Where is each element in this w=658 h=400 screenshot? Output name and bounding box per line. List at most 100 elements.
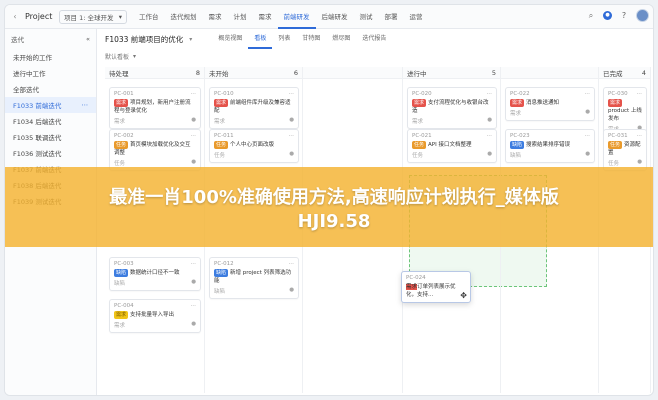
card-type-tag: 需求: [412, 99, 427, 107]
more-icon[interactable]: ⋯: [289, 133, 295, 139]
more-icon[interactable]: ⋯: [191, 303, 197, 309]
back-icon[interactable]: ‹: [5, 12, 25, 21]
more-icon[interactable]: ⋯: [191, 91, 197, 97]
move-cursor-icon: ✥: [460, 291, 467, 300]
sidebar-item[interactable]: F1033 前端迭代 ⋯: [5, 97, 96, 113]
assignee-avatar: ●: [191, 117, 196, 123]
view-tabs: 概览视图 看板 列表 甘特图 燃尽图 迭代报告: [212, 29, 392, 49]
card-header: PC-020 ⋯: [412, 91, 492, 97]
task-card[interactable]: PC-021 ⋯ 任务 API 接口文档整理 任务 ●: [407, 129, 497, 163]
project-label: Project: [25, 12, 53, 21]
task-card[interactable]: PC-023 ⋯ 缺陷 搜索结果排序错误 缺陷 ●: [505, 129, 595, 163]
nav-item[interactable]: 需求: [203, 5, 228, 29]
card-id: PC-004: [114, 303, 134, 309]
more-icon[interactable]: ⋯: [82, 101, 89, 109]
assignee-avatar: ●: [585, 109, 590, 115]
assignee-avatar: ●: [637, 159, 642, 165]
task-card[interactable]: PC-011 ⋯ 任务 个人中心页面改版 任务 ●: [209, 129, 299, 163]
card-footer: 需求 ●: [214, 117, 294, 125]
sidebar-item-label: 进行中工作: [13, 70, 46, 78]
card-body: 任务 API 接口文档整理: [412, 141, 492, 149]
board-selector[interactable]: 默认看板 ▾: [97, 49, 653, 63]
task-card[interactable]: PC-004 ⋯ 需求 支持批量导入导出 需求 ●: [109, 299, 201, 333]
card-title: 数据统计口径不一致: [130, 270, 180, 276]
card-meta: 任务: [608, 161, 620, 167]
sidebar-item-label: F1036 测试迭代: [13, 150, 62, 158]
more-icon[interactable]: ⋯: [637, 133, 643, 139]
card-footer: 需求 ●: [412, 117, 492, 125]
card-header: PC-031 ⋯: [608, 133, 642, 139]
nav-item[interactable]: 部署: [379, 5, 404, 29]
task-card[interactable]: PC-003 ⋯ 缺陷 数据统计口径不一致 缺陷 ●: [109, 257, 201, 291]
more-icon[interactable]: ⋯: [289, 91, 295, 97]
sidebar-item[interactable]: F1034 后端迭代: [5, 113, 96, 129]
assignee-avatar: ●: [191, 279, 196, 285]
card-meta: 缺陷: [510, 153, 522, 159]
nav-item[interactable]: 迭代规划: [165, 5, 203, 29]
more-icon[interactable]: ⋯: [191, 133, 197, 139]
view-tab[interactable]: 看板: [248, 29, 273, 49]
more-icon[interactable]: ⋯: [585, 133, 591, 139]
card-meta: 需求: [214, 119, 226, 125]
avatar[interactable]: [636, 9, 649, 22]
task-card[interactable]: PC-020 ⋯ 需求 支付流程优化与收银台改造 需求 ●: [407, 87, 497, 129]
notification-icon[interactable]: ●: [603, 11, 612, 20]
card-header: PC-011 ⋯: [214, 133, 294, 139]
task-card[interactable]: PC-012 ⋯ 缺陷 新增 project 列表筛选功能 缺陷 ●: [209, 257, 299, 299]
assignee-avatar: ●: [487, 117, 492, 123]
nav-item[interactable]: 测试: [354, 5, 379, 29]
chevron-down-icon: ▾: [118, 12, 122, 21]
sidebar-item-label: 全部迭代: [13, 86, 39, 94]
sidebar-item[interactable]: 进行中工作: [5, 65, 96, 81]
card-type-tag: 任务: [608, 141, 623, 149]
card-footer: 缺陷 ●: [510, 151, 590, 159]
more-icon[interactable]: ⋯: [585, 91, 591, 97]
card-header: PC-021 ⋯: [412, 133, 492, 139]
more-icon[interactable]: ⋯: [637, 91, 643, 97]
sidebar-item[interactable]: 全部迭代: [5, 81, 96, 97]
nav-item[interactable]: 后端研发: [316, 5, 354, 29]
column-header: 已完成 4: [599, 67, 650, 79]
task-card[interactable]: PC-022 ⋯ 需求 消息推送通知 需求 ●: [505, 87, 595, 121]
project-selector[interactable]: 项目 1: 全球开发 ▾: [59, 9, 127, 24]
task-card[interactable]: PC-010 ⋯ 需求 前端组件库升级及兼容适配 需求 ●: [209, 87, 299, 129]
task-card[interactable]: PC-001 ⋯ 需求 项目规划，新用户注册流程与登录优化 需求 ●: [109, 87, 201, 129]
sidebar-item[interactable]: 未开始的工作: [5, 49, 96, 65]
card-id: PC-020: [412, 91, 432, 97]
task-card[interactable]: PC-002 ⋯ 任务 首页模块加载优化及交互调整 任务 ●: [109, 129, 201, 171]
more-icon[interactable]: ⋯: [487, 91, 493, 97]
view-tab[interactable]: 甘特图: [296, 29, 326, 49]
sidebar-item[interactable]: F1036 测试迭代: [5, 145, 96, 161]
assignee-avatar: ●: [289, 117, 294, 123]
card-type-tag: 任务: [214, 141, 229, 149]
main-header: F1033 前端项目的优化 ▾ 概览视图 看板 列表 甘特图 燃尽图 迭代报告: [97, 29, 653, 49]
more-icon[interactable]: ⋯: [289, 261, 295, 267]
search-icon[interactable]: ⌕: [586, 11, 596, 21]
card-body: 需求订单列表展示优化，支持...: [406, 283, 466, 299]
card-body: 需求 项目规划，新用户注册流程与登录优化: [114, 99, 196, 115]
help-icon[interactable]: ?: [619, 11, 629, 21]
card-body: 缺陷 新增 project 列表筛选功能: [214, 269, 294, 285]
nav-item[interactable]: 运营: [404, 5, 429, 29]
dragging-card[interactable]: PC-024 需求订单列表展示优化，支持... ✥: [401, 271, 471, 303]
nav-item[interactable]: 需求: [253, 5, 278, 29]
top-nav: 工作台 迭代规划 需求 计划 需求 前端研发 后端研发 测试 部署 运营: [133, 5, 429, 29]
view-tab[interactable]: 概览视图: [212, 29, 248, 49]
nav-item[interactable]: 前端研发: [277, 5, 316, 29]
chevron-down-icon: ▾: [133, 52, 137, 60]
collapse-icon[interactable]: «: [86, 35, 90, 43]
more-icon[interactable]: ⋯: [191, 261, 197, 267]
column-header: [303, 67, 402, 79]
nav-item[interactable]: 工作台: [133, 5, 165, 29]
more-icon[interactable]: ⋯: [487, 133, 493, 139]
card-id: PC-030: [608, 91, 628, 97]
nav-item[interactable]: 计划: [228, 5, 253, 29]
column-name: 已完成: [603, 69, 623, 78]
sidebar-item[interactable]: F1035 联调迭代: [5, 129, 96, 145]
task-card[interactable]: PC-031 ⋯ 任务 资源配置 任务 ●: [603, 129, 647, 171]
view-tab[interactable]: 列表: [272, 29, 296, 49]
view-tab[interactable]: 迭代报告: [356, 29, 392, 49]
view-tab[interactable]: 燃尽图: [326, 29, 356, 49]
watermark-banner: 最准一肖100%准确使用方法,高速响应计划执行_媒体版 HJI9.58: [5, 167, 653, 247]
chevron-down-icon[interactable]: ▾: [189, 36, 192, 43]
